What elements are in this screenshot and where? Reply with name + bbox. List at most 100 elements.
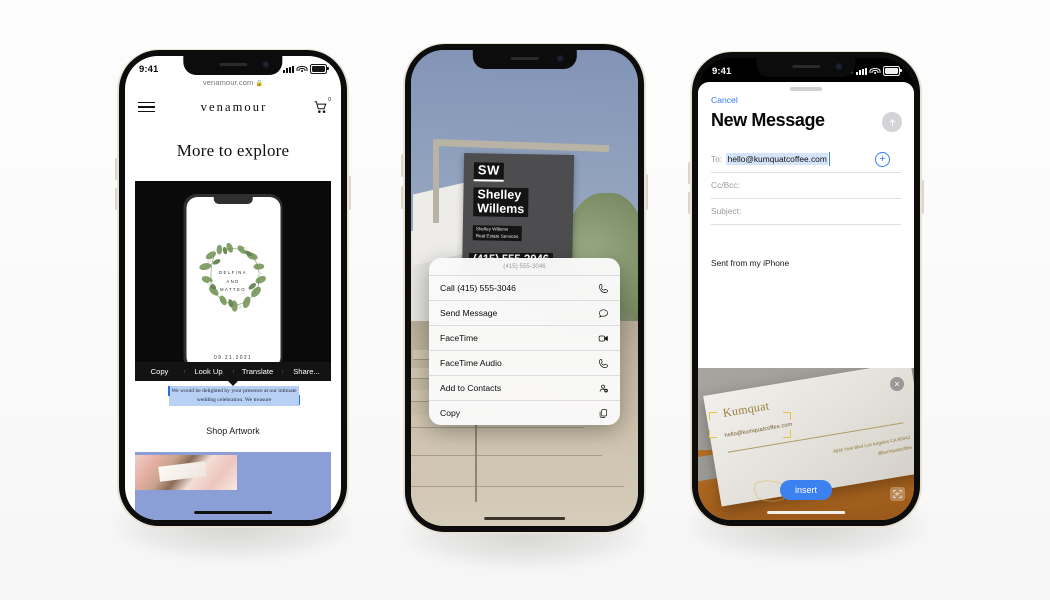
cancel-button[interactable]: Cancel [711, 95, 738, 105]
front-camera [557, 56, 563, 61]
popover-item-label: Add to Contacts [440, 383, 502, 393]
artwork-invitation: DELFINA AND MATTEO 09.21.2021 [186, 196, 280, 366]
popover-header: (415) 555-3046 [429, 258, 620, 276]
to-value: hello@kumquatcoffee.com [726, 152, 830, 166]
home-indicator[interactable] [483, 516, 566, 520]
sheet-grabber[interactable] [790, 87, 822, 91]
site-nav: venamour 0 [125, 92, 341, 122]
cc-bcc-field[interactable]: Cc/Bcc: [711, 172, 901, 199]
battery-icon [883, 66, 902, 76]
sign-sub-line2: Real Estate Services [475, 232, 519, 239]
earpiece-speaker [510, 57, 539, 60]
text-selection-menu[interactable]: Copy Look Up Translate Share... [135, 362, 331, 381]
send-button[interactable] [882, 112, 902, 132]
to-label: To: [711, 154, 723, 164]
sign-agent-name: Shelley Willems [473, 187, 529, 218]
invite-conjunction: AND [226, 278, 240, 284]
sign-initials: SW [473, 162, 504, 182]
selection-handle-start[interactable] [168, 386, 170, 396]
power-button[interactable] [349, 176, 351, 210]
banner-photo [135, 455, 237, 490]
add-contact-icon [599, 384, 608, 392]
live-text-camera-view[interactable]: Kumquat hello@kumquatcoffee.com 4836 Yor… [698, 368, 914, 520]
cart-count: 0 [328, 97, 331, 103]
send-arrow-up-icon [888, 118, 896, 126]
plus-circle-icon[interactable]: + [875, 151, 890, 167]
subject-field[interactable]: Subject: [711, 198, 901, 225]
invitation-names: DELFINA AND MATTEO [186, 269, 280, 295]
message-body[interactable]: Sent from my iPhone [711, 258, 789, 268]
wifi-icon [296, 65, 308, 73]
battery-icon [310, 64, 329, 74]
popover-item-add-to-contacts[interactable]: Add to Contacts [429, 376, 620, 401]
notch [183, 56, 283, 75]
phone1-screen: 9:41 venamour.com 🔒 venamour 0 More to e… [125, 56, 341, 520]
menu-item-translate[interactable]: Translate [233, 367, 282, 376]
selection-handle-end[interactable] [298, 395, 300, 406]
phone-icon [599, 283, 608, 293]
home-indicator[interactable] [767, 510, 845, 514]
cellular-bars-icon [856, 67, 867, 75]
phone-camera: SW Shelley Willems Shelley Willems Real … [401, 42, 648, 534]
card-details: 4836 York Blvd Los Angeles CA 90042 @kum… [832, 432, 913, 465]
phone-icon [599, 358, 608, 368]
artwork-card[interactable]: DELFINA AND MATTEO 09.21.2021 [135, 181, 331, 366]
phone2-screen: SW Shelley Willems Shelley Willems Real … [411, 50, 638, 526]
volume-up-button[interactable] [401, 154, 403, 177]
hamburger-menu-icon[interactable] [138, 101, 155, 113]
step [411, 472, 625, 486]
status-time: 9:41 [712, 65, 732, 77]
earpiece-speaker [791, 65, 820, 68]
volume-down-button[interactable] [688, 192, 690, 214]
front-camera [836, 64, 842, 69]
selected-text-block[interactable]: We would be delighted by your presence a… [168, 386, 300, 407]
earpiece-speaker [218, 63, 247, 66]
step [411, 442, 602, 455]
volume-down-button[interactable] [115, 188, 117, 210]
sign-last-name: Willems [477, 200, 525, 216]
live-text-scan-icon[interactable] [890, 487, 905, 501]
live-text-detection-brackets [708, 412, 791, 439]
popover-item-label: Copy [440, 408, 461, 418]
selected-text: We would be delighted by your presence a… [169, 386, 299, 407]
power-button[interactable] [922, 180, 924, 214]
subject-label: Subject: [711, 206, 742, 216]
notch [472, 50, 577, 69]
sign-post [433, 145, 439, 223]
lock-icon: 🔒 [255, 81, 264, 87]
to-field[interactable]: To: hello@kumquatcoffee.com + [711, 146, 901, 173]
popover-item-copy[interactable]: Copy [429, 401, 620, 425]
popover-item-send-message[interactable]: Send Message [429, 301, 620, 326]
shop-artwork-link[interactable]: Shop Artwork [125, 426, 341, 436]
invitation-date: 09.21.2021 [213, 354, 253, 361]
power-button[interactable] [646, 174, 648, 210]
shopping-cart-icon[interactable]: 0 [313, 97, 331, 114]
popover-item-facetime-audio[interactable]: FaceTime Audio [429, 351, 620, 376]
video-camera-icon [598, 335, 608, 341]
menu-item-copy[interactable]: Copy [135, 367, 184, 376]
live-text-popover[interactable]: (415) 555-3046 Call (415) 555-3046 Send … [429, 258, 620, 425]
front-camera [263, 62, 269, 67]
insert-button[interactable]: insert [779, 480, 833, 500]
volume-up-button[interactable] [688, 162, 690, 184]
status-time: 9:41 [139, 63, 159, 75]
popover-item-label: Send Message [440, 308, 498, 318]
invite-name-2: MATTEO [220, 287, 246, 293]
menu-item-look-up[interactable]: Look Up [184, 367, 233, 376]
menu-pointer-arrow [228, 381, 238, 386]
cellular-bars-icon [283, 65, 294, 73]
phone-venamour: 9:41 venamour.com 🔒 venamour 0 More to e… [115, 48, 351, 528]
volume-down-button[interactable] [401, 186, 403, 209]
message-bubble-icon [599, 308, 608, 318]
home-indicator[interactable] [194, 510, 272, 514]
page-title: More to explore [176, 141, 290, 160]
popover-item-call[interactable]: Call (415) 555-3046 [429, 276, 620, 301]
popover-item-facetime[interactable]: FaceTime [429, 326, 620, 351]
volume-up-button[interactable] [115, 158, 117, 180]
popover-item-label: FaceTime [440, 333, 478, 343]
sign-subtitle: Shelley Willems Real Estate Services [472, 225, 522, 242]
menu-item-share[interactable]: Share... [282, 367, 331, 376]
compose-sheet: Cancel New Message To: hello@kumquatcoff… [698, 82, 914, 369]
site-brand[interactable]: venamour [201, 100, 268, 115]
address-bar[interactable]: venamour.com 🔒 [125, 78, 341, 87]
